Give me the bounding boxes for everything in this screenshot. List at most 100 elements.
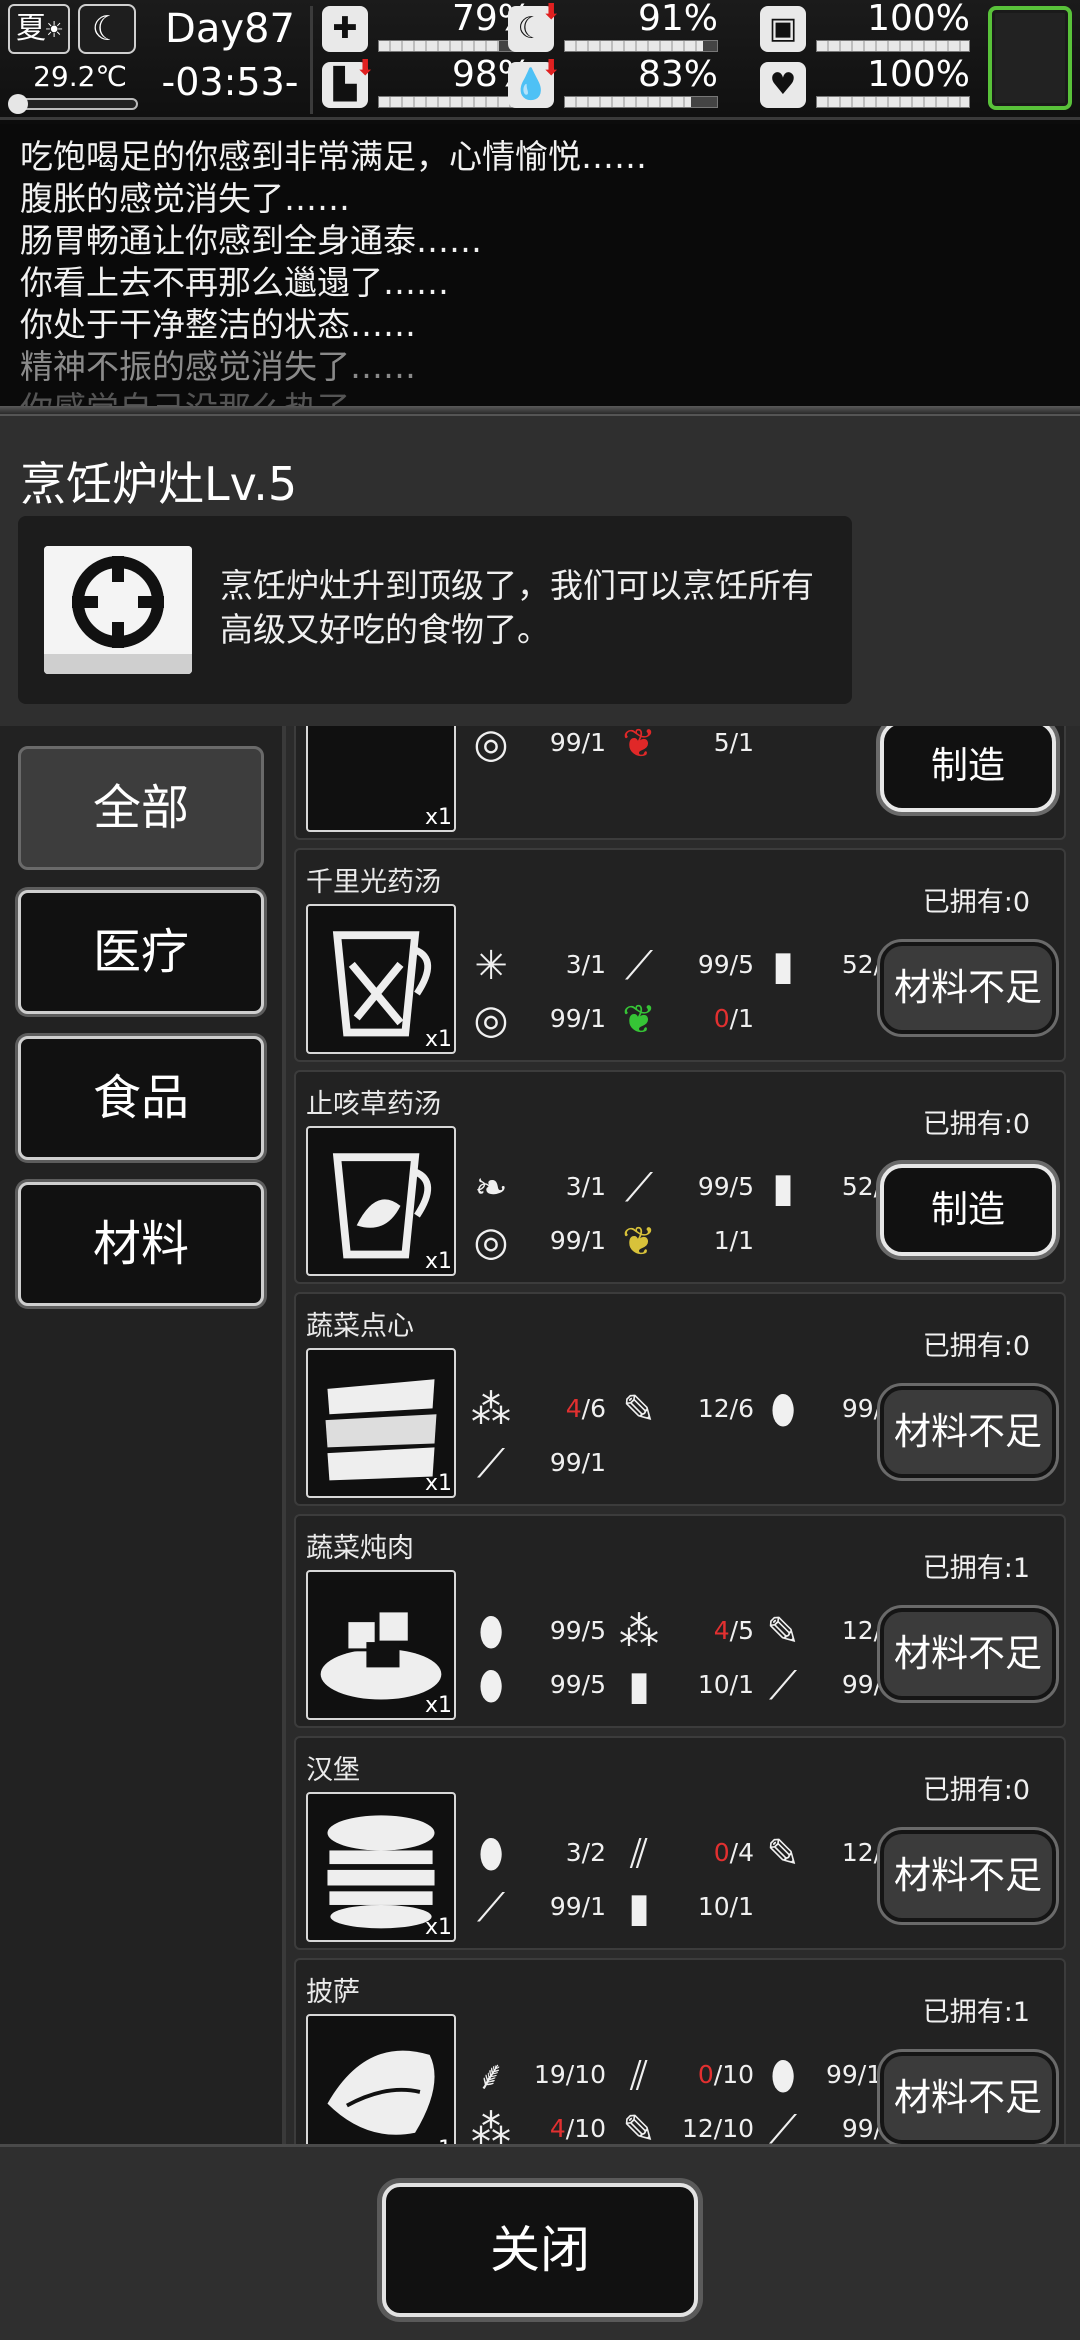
log-icon: ⟋ — [769, 1663, 797, 1709]
stove-icon — [44, 546, 192, 674]
station-info: 烹饪炉灶升到顶级了，我们可以烹饪所有高级又好吃的食物了。 — [18, 516, 852, 704]
stat-bar — [816, 40, 970, 52]
ingredient: ⁂ 4/5 — [612, 1602, 764, 1662]
insufficient-materials-button[interactable]: 材料不足 — [880, 942, 1056, 1034]
ingredient-count: 19/10 — [534, 2060, 606, 2089]
recipe-name: 千里光药汤 — [306, 867, 441, 898]
ingredient: ⫽ 0/4 — [612, 1824, 764, 1884]
log-line: 你处于干净整洁的状态…… — [20, 305, 416, 344]
yield-quantity: x1 — [424, 1693, 452, 1718]
food-icon: x1 — [306, 726, 456, 832]
tab-food[interactable]: 食品 — [18, 1036, 264, 1160]
recipe-card: x1 ◎ 99/1 ❦ 5/1 制造 — [294, 726, 1066, 840]
recipe-card: 止咳草药汤x1❧3/1⟋99/5▮52/2◎99/1❦1/1已拥有:0制造 — [294, 1070, 1066, 1284]
owned-value: 1 — [1012, 1997, 1030, 2028]
ingredient-separator: / — [581, 728, 591, 757]
bread-icon: ⬮ — [478, 1831, 504, 1877]
insufficient-materials-button[interactable]: 材料不足 — [880, 2052, 1056, 2144]
red-herb-icon: ❦ — [622, 726, 656, 767]
insufficient-materials-button[interactable]: 材料不足 — [880, 1386, 1056, 1478]
ingredient-have: 99 — [841, 2114, 874, 2143]
divider — [310, 6, 313, 114]
ingredient-count: 4/5 — [714, 1616, 754, 1645]
moon-icon: ☾ — [78, 4, 136, 54]
owned-count: 已拥有:0 — [923, 1768, 1030, 1807]
ingredient-count: 10/1 — [698, 1670, 754, 1699]
crafting-panel: 烹饪炉灶Lv.5 烹饪炉灶升到顶级了，我们可以烹饪所有高级又好吃的食物了。 全部… — [0, 414, 1080, 2340]
recipe-card: 蔬菜点心x1⁂4/6✎12/6⬮99/6⟋99/1已拥有:0材料不足 — [294, 1292, 1066, 1506]
ingredient-have: 10 — [697, 1892, 730, 1921]
recipe-card: 汉堡x1⬮3/2⫽0/4✎12/2⟋99/1▮10/1已拥有:0材料不足 — [294, 1736, 1066, 1950]
ingredient-count: 0/1 — [714, 1004, 754, 1033]
message-log: 吃饱喝足的你感到非常满足，心情愉悦…… 腹胀的感觉消失了…… 肠胃畅通让你感到全身通… — [0, 124, 1080, 406]
ingredient-separator: / — [729, 1226, 739, 1255]
stat-value: 100% — [867, 0, 970, 39]
ingredient-need: 6 — [590, 1394, 606, 1423]
ingredient-separator: / — [581, 1892, 591, 1921]
ingredient-need: 1 — [738, 1670, 754, 1699]
ingredient-have: 99 — [549, 1226, 582, 1255]
meat-icon: ⬮ — [478, 1609, 504, 1655]
ingredient-separator: / — [729, 1892, 739, 1921]
tab-medical[interactable]: 医疗 — [18, 890, 264, 1014]
craft-button[interactable]: 制造 — [880, 1164, 1056, 1256]
recipe-list[interactable]: x1◎99/1❦5/1制造千里光药汤x1✳3/1⟋99/5▮52/2◎99/1❦… — [290, 726, 1070, 2144]
ingredient-separator: / — [729, 1394, 739, 1423]
medkit-icon: ✚ — [322, 6, 368, 52]
ingredient-have: 99 — [549, 1670, 582, 1699]
ingredient-separator: / — [729, 1616, 739, 1645]
yield-quantity: x1 — [424, 1915, 452, 1940]
tab-all[interactable]: 全部 — [18, 746, 264, 870]
stat-medkit: ✚ 79% — [322, 0, 532, 56]
owned-value: 1 — [1012, 1553, 1030, 1584]
food-icon: x1 — [306, 904, 456, 1054]
ingredient-have: 1 — [713, 1226, 730, 1255]
ingredient: ⬮ 3/2 — [464, 1824, 616, 1884]
ingredient-separator: / — [857, 2060, 867, 2089]
ingredient-count: 4/10 — [550, 2114, 606, 2143]
ingredient-have: 0 — [713, 1004, 730, 1033]
stat-bar-fill — [817, 41, 969, 51]
sticks-icon: ⫽ — [630, 1831, 648, 1877]
owned-count: 已拥有:0 — [923, 1102, 1030, 1141]
stat-bar — [564, 96, 718, 108]
ingredient-separator: / — [581, 1172, 591, 1201]
mesh-icon: ◎ — [473, 997, 509, 1043]
close-button[interactable]: 关闭 — [382, 2183, 698, 2317]
food-icon: x1 — [306, 2014, 456, 2144]
ingredient-have: 0 — [697, 2060, 714, 2089]
insufficient-materials-button[interactable]: 材料不足 — [880, 1830, 1056, 1922]
ingredient: ⟋ 99/1 — [464, 1434, 616, 1494]
ingredient-count: 99/1 — [550, 1892, 606, 1921]
ingredient-have: 12 — [841, 1616, 874, 1645]
equipment-slot[interactable] — [988, 6, 1072, 110]
leaf-icon: ❧ — [474, 1165, 508, 1211]
ingredient-have: 12 — [841, 1838, 874, 1867]
ingredient-separator: / — [729, 950, 739, 979]
temperature-readout: 29.2℃ — [33, 60, 127, 93]
stat-bar-fill — [817, 97, 969, 107]
stat-bar-fill — [379, 97, 528, 107]
ingredient-have: 99 — [841, 1670, 874, 1699]
ingredient-separator: / — [581, 1616, 591, 1645]
corn-icon: ⁂ — [471, 1387, 511, 1433]
insufficient-materials-button[interactable]: 材料不足 — [880, 1608, 1056, 1700]
carrot-icon: ✎ — [622, 1387, 656, 1433]
tab-materials[interactable]: 材料 — [18, 1182, 264, 1306]
temperature-knob — [8, 94, 28, 114]
ingredient-have: 3 — [565, 1172, 582, 1201]
ingredient-count: 99/5 — [698, 950, 754, 979]
owned-count: 已拥有:1 — [923, 1990, 1030, 2029]
ingredient-need: 5 — [738, 1172, 754, 1201]
ingredient-have: 5 — [713, 728, 730, 757]
ingredient: ⸙ 19/10 — [464, 2046, 616, 2106]
temperature-gauge — [8, 94, 138, 114]
ingredient-need: 1 — [738, 1892, 754, 1921]
sticks-icon: ⫽ — [630, 2053, 648, 2099]
owned-value: 0 — [1012, 1109, 1030, 1140]
craft-button[interactable]: 制造 — [880, 726, 1056, 812]
log-line: 吃饱喝足的你感到非常满足，心情愉悦…… — [20, 137, 647, 176]
ingredient-have: 3 — [565, 950, 582, 979]
panel-footer: 关闭 — [0, 2144, 1080, 2340]
ingredient-count: 0/4 — [714, 1838, 754, 1867]
